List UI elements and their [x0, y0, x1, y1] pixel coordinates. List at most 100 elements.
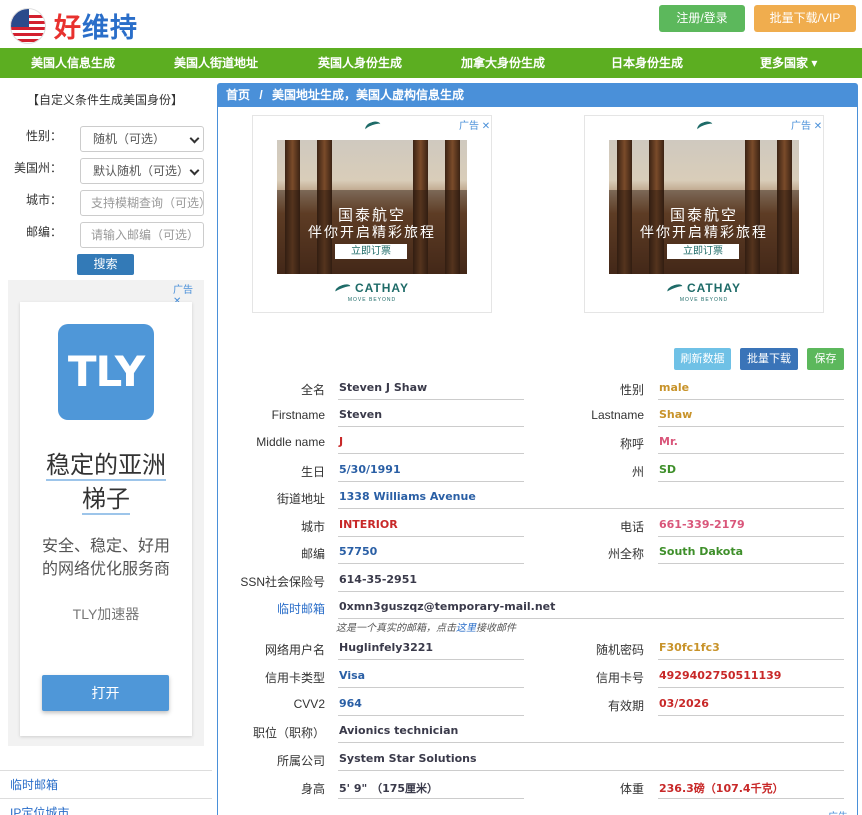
site-logo[interactable]: 好维持 — [10, 6, 138, 45]
ad-brand-name: TLY加速器 — [72, 606, 140, 622]
temp-email-link[interactable]: 临时邮箱 — [225, 600, 325, 617]
breadcrumb: 首页 / 美国地址生成，美国人虚构信息生成 — [218, 84, 857, 107]
ad-photo: 国泰航空 伴你开启精彩旅程 立即订票 — [609, 140, 799, 274]
zip-label: 邮编 — [300, 547, 325, 561]
city-input[interactable]: 支持模糊查询（可选） — [80, 190, 204, 216]
cathay-logo: CATHAY — [585, 281, 823, 296]
ad-tag[interactable]: 广告 ✕ — [791, 117, 822, 132]
cathay-ad-right[interactable]: 广告 ✕ 国泰航空 伴你开启精彩旅程 立即订票 CATHAY MOVE BEYO… — [584, 115, 824, 313]
sidebar-ad[interactable]: 广告 ✕ TLY 稳定的亚洲梯子 安全、稳定、好用 的网络优化服务商 TLY加速… — [8, 280, 204, 746]
ad-tag[interactable]: 广告 ✕ — [459, 117, 490, 132]
sidebar-title: 【自定义条件生成美国身份】 — [26, 93, 183, 107]
gender-value: male — [658, 381, 844, 400]
fullname-label: 全名 — [300, 383, 325, 397]
chevron-down-icon — [189, 165, 200, 176]
sidebar: 【自定义条件生成美国身份】 性别： 随机（可选） 美国州： 默认随机（可选） 城… — [0, 82, 214, 815]
main-panel: 首页 / 美国地址生成，美国人虚构信息生成 广告 ✕ 国泰航空 伴你开启精彩旅程… — [217, 83, 858, 815]
cathay-ad-left[interactable]: 广告 ✕ 国泰航空 伴你开启精彩旅程 立即订票 CATHAY MOVE BEYO… — [252, 115, 492, 313]
company-label: 所属公司 — [276, 754, 325, 768]
ad-cta-button[interactable]: 立即订票 — [335, 244, 407, 259]
nav-more-countries[interactable]: 更多国家 ▾ — [760, 48, 817, 78]
username-value: Huglinfely3221 — [338, 641, 524, 660]
nav-canada-identity[interactable]: 加拿大身份生成 — [461, 48, 545, 78]
job-value: Avionics technician — [338, 724, 844, 743]
nav-japan-identity[interactable]: 日本身份生成 — [611, 48, 683, 78]
firstname-value: Steven — [338, 408, 524, 427]
email-receive-link[interactable]: 这里 — [456, 623, 476, 634]
login-button[interactable]: 注册/登录 — [659, 5, 745, 32]
street-label: 街道地址 — [276, 492, 325, 506]
phone-label: 电话 — [619, 520, 644, 534]
ad-headline: 稳定的亚洲 梯子 — [46, 451, 166, 515]
batch-download-button[interactable]: 批量下载 — [740, 348, 798, 370]
city-value: INTERIOR — [338, 518, 524, 537]
ad-open-button[interactable]: 打开 — [42, 675, 169, 711]
ssn-value: 614-35-2951 — [338, 573, 844, 592]
job-label: 职位（职称） — [252, 726, 325, 740]
nav-us-street[interactable]: 美国人街道地址 — [174, 48, 258, 78]
state-select-value: 默认随机（可选） — [93, 164, 190, 178]
lastname-value: Shaw — [658, 408, 844, 427]
email-note: 这是一个真实的邮箱，点击这里接收邮件 — [336, 623, 516, 634]
card-type-value: Visa — [338, 669, 524, 688]
gender-label: 性别： — [25, 129, 62, 143]
state-full-value: South Dakota — [658, 545, 844, 564]
ad-cta-button[interactable]: 立即订票 — [667, 244, 739, 259]
breadcrumb-current: 美国地址生成，美国人虚构信息生成 — [272, 88, 465, 102]
city-label: 城市 — [300, 520, 325, 534]
firstname-label: Firstname — [271, 408, 325, 422]
weight-label: 体重 — [619, 782, 644, 796]
nav-us-info[interactable]: 美国人信息生成 — [31, 48, 115, 78]
company-value: System Star Solutions — [338, 752, 844, 771]
us-flag-icon — [10, 7, 46, 44]
cvv-label: CVV2 — [293, 697, 325, 711]
state-label: 美国州： — [13, 161, 62, 175]
gender-select-value: 随机（可选） — [93, 132, 166, 146]
sidebar-link-ip-city[interactable]: IP定位城市 — [0, 798, 212, 815]
birthday-value: 5/30/1991 — [338, 463, 524, 482]
phone-value: 661-339-2179 — [658, 518, 844, 537]
zip-value: 57750 — [338, 545, 524, 564]
tly-logo: TLY — [58, 324, 154, 420]
site-header: 好维持 注册/登录 批量下载/VIP — [0, 0, 862, 48]
logo-text: 好维持 — [54, 13, 138, 44]
middlename-label: Middle name — [256, 435, 325, 449]
ssn-label: SSN社会保险号 — [240, 575, 325, 589]
card-no-value: 4929402750511139 — [658, 669, 844, 688]
ad-photo: 国泰航空 伴你开启精彩旅程 立即订票 — [277, 140, 467, 274]
nav-uk-identity[interactable]: 英国人身份生成 — [318, 48, 402, 78]
height-value: 5' 9" （175厘米） — [338, 780, 524, 799]
title-value: Mr. — [658, 435, 844, 454]
lastname-label: Lastname — [591, 408, 644, 422]
gender-label: 性别 — [619, 383, 644, 397]
breadcrumb-home[interactable]: 首页 — [226, 88, 250, 102]
ad-tag[interactable]: 广告 ✕ — [828, 808, 857, 815]
zip-input[interactable]: 请输入邮编（可选） — [80, 222, 204, 248]
height-label: 身高 — [300, 782, 325, 796]
sidebar-link-temp-email[interactable]: 临时邮箱 — [0, 770, 212, 798]
refresh-button[interactable]: 刷新数据 — [674, 348, 731, 370]
zip-label: 邮编： — [25, 225, 62, 239]
email-value: 0xmn3guszqz@temporary-mail.net — [338, 600, 844, 619]
expiry-label: 有效期 — [607, 699, 644, 713]
ad-card[interactable]: TLY 稳定的亚洲 梯子 安全、稳定、好用 的网络优化服务商 TLY加速器 打开 — [20, 302, 192, 736]
main-nav: 美国人信息生成 美国人街道地址 英国人身份生成 加拿大身份生成 日本身份生成 更… — [0, 48, 862, 78]
password-value: F30fc1fc3 — [658, 641, 844, 660]
chevron-down-icon — [189, 133, 200, 144]
state-select[interactable]: 默认随机（可选） — [80, 158, 204, 184]
cathay-logo: CATHAY — [253, 281, 491, 296]
state-value: SD — [658, 463, 844, 482]
city-label: 城市： — [25, 193, 62, 207]
gender-select[interactable]: 随机（可选） — [80, 126, 204, 152]
vip-download-button[interactable]: 批量下载/VIP — [754, 5, 856, 32]
state-label: 州 — [631, 465, 644, 479]
title-label: 称呼 — [619, 437, 644, 451]
weight-value: 236.3磅（107.4千克） — [658, 780, 844, 799]
expiry-value: 03/2026 — [658, 697, 844, 716]
save-button[interactable]: 保存 — [807, 348, 844, 370]
search-button[interactable]: 搜索 — [77, 254, 134, 275]
ad-subtitle: 安全、稳定、好用 的网络优化服务商 — [41, 536, 170, 578]
cathay-wing-icon — [695, 119, 715, 135]
username-label: 网络用户名 — [264, 643, 325, 657]
street-value: 1338 Williams Avenue — [338, 490, 844, 509]
